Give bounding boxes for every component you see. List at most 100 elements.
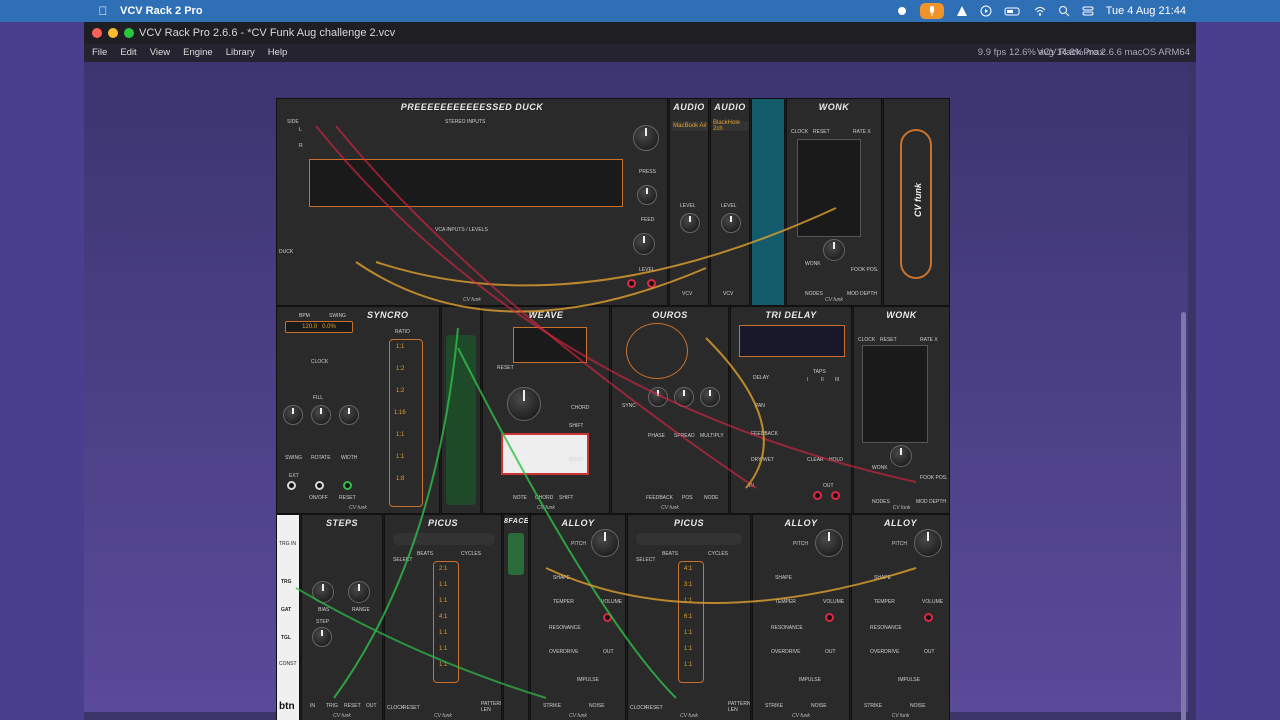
wonk-knob[interactable] (823, 239, 845, 261)
out-l-jack[interactable] (627, 279, 636, 288)
wifi-icon[interactable] (1034, 5, 1046, 17)
module-syncro[interactable]: SYNCRO BPM SWING 120.0 0.0% CLOCK FILL R… (276, 306, 440, 514)
ratio-4[interactable]: 4:1 (439, 614, 447, 620)
width-knob[interactable] (339, 405, 359, 425)
rack-window: VCV Rack Pro 2.6.6 - *CV Funk Aug challe… (84, 22, 1196, 720)
module-ouros[interactable]: OUROS SYNC PHASE SPREAD MULTIPLY FEEDBAC… (611, 306, 729, 514)
ratio-1[interactable]: 2:1 (439, 566, 447, 572)
ratio-7[interactable]: 1:1 (439, 662, 447, 668)
module-picus-2[interactable]: PICUS SELECT BEATS CYCLES 4:1 3:1 1:1 6:… (627, 514, 751, 720)
module-wonk-2[interactable]: WONK CLOCK RESET RATE X WONK FOOK POS. N… (853, 306, 950, 514)
bpm-display[interactable]: 120.0 0.0% (285, 321, 353, 333)
out-r-jack[interactable] (647, 279, 656, 288)
ratio-7[interactable]: 1:8 (396, 476, 404, 482)
range-knob[interactable] (348, 581, 370, 603)
minimize-button[interactable] (108, 28, 118, 38)
menu-file[interactable]: File (92, 47, 107, 58)
ouros-knob-1[interactable] (648, 387, 668, 407)
ratio-2[interactable]: 1:1 (439, 582, 447, 588)
menu-engine[interactable]: Engine (183, 47, 213, 58)
menu-help[interactable]: Help (268, 47, 288, 58)
menubar-clock[interactable]: Tue 4 Aug 21:44 (1106, 5, 1186, 17)
ratio-6[interactable]: 1:1 (684, 646, 692, 652)
module-syncro-outs[interactable] (441, 306, 481, 514)
ratio-1[interactable]: 1:1 (396, 344, 404, 350)
module-audio-1[interactable]: AUDIO MacBook Air LEVEL VCV (669, 98, 709, 306)
label-multiply: MULTIPLY (700, 433, 724, 439)
ratio-2[interactable]: 3:1 (684, 582, 692, 588)
menu-edit[interactable]: Edit (120, 47, 136, 58)
fader-bank[interactable] (309, 159, 623, 207)
module-audio-2[interactable]: AUDIO BlackHole 2ch LEVEL VCV (710, 98, 750, 306)
on-off-jack[interactable] (315, 481, 324, 490)
zoom-button[interactable] (124, 28, 134, 38)
swing-knob[interactable] (283, 405, 303, 425)
rack-workspace[interactable]: PREEEEEEEEEEESSED DUCK SIDE STEREO INPUT… (84, 62, 1188, 720)
search-icon[interactable] (1058, 5, 1070, 17)
ratio-5[interactable]: 1:1 (396, 432, 404, 438)
rotate-knob[interactable] (311, 405, 331, 425)
pitch-knob[interactable] (591, 529, 619, 557)
battery-icon[interactable] (1004, 5, 1022, 17)
level-knob[interactable] (633, 233, 655, 255)
feed-knob[interactable] (637, 185, 657, 205)
ratio-2[interactable]: 1:2 (396, 366, 404, 372)
module-wonk-1[interactable]: WONK CLOCK RESET RATE X WONK FOOK POS. N… (786, 98, 882, 306)
keyboard-display[interactable] (501, 433, 589, 475)
reset-jack[interactable] (343, 481, 352, 490)
menu-library[interactable]: Library (226, 47, 255, 58)
audio-device-display[interactable]: MacBook Air (672, 121, 708, 131)
module-btn[interactable]: TRG IN TRG GAT TGL CONST btn (276, 514, 300, 720)
ratio-5[interactable]: 1:1 (439, 630, 447, 636)
ouros-knob-2[interactable] (674, 387, 694, 407)
module-scope[interactable] (751, 98, 785, 306)
out-r-jack[interactable] (831, 491, 840, 500)
step-knob[interactable] (312, 627, 332, 647)
menu-view[interactable]: View (150, 47, 170, 58)
press-knob[interactable] (633, 125, 659, 151)
8face-buttons[interactable] (508, 533, 524, 575)
module-alloy-3[interactable]: ALLOY PITCH SHAPE TEMPER VOLUME RESONANC… (851, 514, 950, 720)
vertical-scrollbar[interactable] (1181, 312, 1186, 720)
ratio-5[interactable]: 1:1 (684, 630, 692, 636)
out-jack[interactable] (603, 613, 612, 622)
module-8face[interactable]: 8FACE (503, 514, 529, 720)
pitch-knob[interactable] (815, 529, 843, 557)
module-picus-1[interactable]: PICUS SELECT BEATS CYCLES 2:1 1:1 1:1 4:… (384, 514, 502, 720)
ratio-4[interactable]: 6:1 (684, 614, 692, 620)
app-name[interactable]: VCV Rack 2 Pro (120, 5, 203, 17)
apple-icon[interactable]:  (96, 4, 110, 18)
mic-icon[interactable] (919, 3, 944, 19)
module-steps[interactable]: STEPS BIAS RANGE STEP IN TRIG RESET OUT … (301, 514, 383, 720)
control-center-icon[interactable] (1082, 5, 1094, 17)
ratio-3[interactable]: 1:1 (684, 598, 692, 604)
module-weave[interactable]: WEAVE CHORD SHIFT ROOT NOTE CHORD SHIFT … (482, 306, 610, 514)
ratio-4[interactable]: 1:16 (394, 410, 406, 416)
ext-clock-jack[interactable] (287, 481, 296, 490)
out-jack[interactable] (924, 613, 933, 622)
level-knob[interactable] (680, 213, 700, 233)
accessibility-icon[interactable] (956, 5, 968, 17)
module-tri-delay[interactable]: TRI DELAY DELAY TAPS I II III PAN FEEDBA… (730, 306, 852, 514)
ratio-6[interactable]: 1:1 (396, 454, 404, 460)
ratio-1[interactable]: 4:1 (684, 566, 692, 572)
play-icon[interactable] (980, 5, 992, 17)
ratio-7[interactable]: 1:1 (684, 662, 692, 668)
wonk-knob[interactable] (890, 445, 912, 467)
record-icon[interactable] (896, 5, 908, 17)
audio-device-display[interactable]: BlackHole 2ch (713, 120, 749, 132)
ratio-3[interactable]: 1:2 (396, 388, 404, 394)
module-duck[interactable]: PREEEEEEEEEEESSED DUCK SIDE STEREO INPUT… (276, 98, 668, 306)
ratio-3[interactable]: 1:1 (439, 598, 447, 604)
module-alloy-1[interactable]: ALLOY PITCH SHAPE TEMPER VOLUME RESONANC… (530, 514, 626, 720)
ratio-6[interactable]: 1:1 (439, 646, 447, 652)
bias-knob[interactable] (312, 581, 334, 603)
ouros-knob-3[interactable] (700, 387, 720, 407)
module-alloy-2[interactable]: ALLOY PITCH SHAPE TEMPER VOLUME RESONANC… (752, 514, 850, 720)
pitch-knob[interactable] (914, 529, 942, 557)
out-l-jack[interactable] (813, 491, 822, 500)
weave-main-knob[interactable] (507, 387, 541, 421)
level-knob[interactable] (721, 213, 741, 233)
close-button[interactable] (92, 28, 102, 38)
out-jack[interactable] (825, 613, 834, 622)
